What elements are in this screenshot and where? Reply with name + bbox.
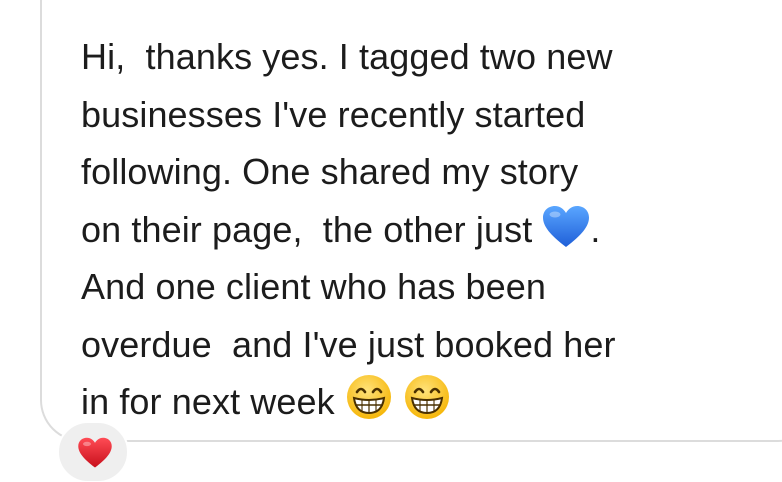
message-line-2: businesses I've recently started <box>81 93 586 135</box>
message-line-7: in for next week <box>81 373 771 431</box>
message-line-7-text: in for next week <box>81 381 335 422</box>
message-text: Hi, thanks yes. I tagged two new busines… <box>81 28 771 431</box>
message-line-3: following. One shared my story <box>81 151 579 192</box>
reaction-badge[interactable] <box>57 421 129 482</box>
blue-heart-icon <box>542 205 590 266</box>
message-line-4: on their page, the other just . <box>81 201 771 259</box>
message-line-6: overdue and I've just booked her <box>81 323 616 365</box>
message-line-1: Hi, thanks yes. I tagged two new <box>81 36 613 77</box>
grinning-face-icon <box>403 373 451 438</box>
message-line-4-text: on their page, the other just <box>81 208 533 250</box>
red-heart-icon <box>77 437 113 474</box>
grinning-face-icon <box>345 373 393 438</box>
message-line-5: And one client who has been <box>81 266 547 307</box>
message-line-4-period: . <box>590 208 601 250</box>
